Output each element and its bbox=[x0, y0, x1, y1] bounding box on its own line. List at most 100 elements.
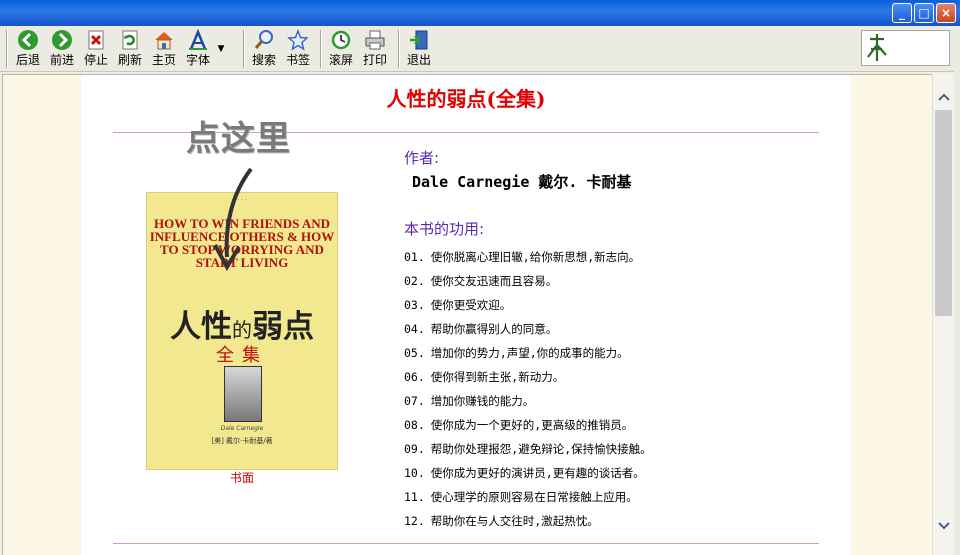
stop-button[interactable]: 停止 bbox=[79, 28, 113, 70]
item-number: 05. bbox=[404, 346, 425, 360]
scrollbar-thumb[interactable] bbox=[935, 110, 952, 316]
font-label: 字体 bbox=[185, 53, 210, 67]
forward-label: 前进 bbox=[49, 53, 74, 67]
item-text: 增加你的势力,声望,你的成事的能力。 bbox=[430, 346, 629, 360]
search-icon bbox=[253, 29, 275, 51]
bookmark-star-icon bbox=[287, 29, 309, 51]
exit-label: 退出 bbox=[406, 53, 431, 67]
list-item: 03. 使你更受欢迎。 bbox=[404, 293, 652, 317]
refresh-label: 刷新 bbox=[117, 53, 142, 67]
chevron-down-icon bbox=[937, 522, 950, 530]
toolbar-group-navigation: 后退 前进 停止 刷新 主页 字体 ▼ bbox=[11, 28, 227, 70]
print-button[interactable]: 打印 bbox=[358, 28, 392, 70]
font-button[interactable]: 字体 bbox=[181, 28, 215, 70]
toolbar: 后退 前进 停止 刷新 主页 字体 ▼ 搜索 书签 滚屏 打印 退出 bbox=[0, 26, 960, 72]
list-item: 04. 帮助你赢得别人的同意。 bbox=[404, 317, 652, 341]
item-number: 11. bbox=[404, 490, 425, 504]
home-icon bbox=[153, 29, 175, 51]
item-text: 使你交友迅速而且容易。 bbox=[430, 274, 558, 288]
item-number: 01. bbox=[404, 250, 425, 264]
toolbar-separator bbox=[320, 30, 322, 68]
cover-author-line: [美] 戴尔·卡耐基/著 bbox=[211, 437, 273, 445]
window-title-bar[interactable]: _ □ × bbox=[0, 0, 960, 26]
toolbar-separator bbox=[398, 30, 400, 68]
item-text: 帮助你处理报怨,避免辩论,保持愉快接触。 bbox=[430, 442, 652, 456]
font-icon bbox=[187, 29, 209, 51]
vertical-scrollbar[interactable] bbox=[932, 74, 954, 555]
chevron-up-icon bbox=[937, 93, 950, 101]
minimize-button[interactable]: _ bbox=[892, 3, 912, 23]
benefits-list: 01. 使你脱离心理旧辙,给你新思想,新志向。 02. 使你交友迅速而且容易。 03… bbox=[404, 245, 652, 533]
printer-icon bbox=[364, 29, 386, 51]
item-number: 02. bbox=[404, 274, 425, 288]
home-button[interactable]: 主页 bbox=[147, 28, 181, 70]
item-text: 帮助你赢得别人的同意。 bbox=[430, 322, 558, 336]
forward-arrow-icon bbox=[51, 29, 73, 51]
cover-signature: Dale Carnegie bbox=[220, 425, 264, 432]
stop-label: 停止 bbox=[83, 53, 108, 67]
item-number: 04. bbox=[404, 322, 425, 336]
item-number: 03. bbox=[404, 298, 425, 312]
cover-chinese-subtitle: 全集 bbox=[216, 345, 268, 366]
close-button[interactable]: × bbox=[936, 3, 956, 23]
author-name: Dale Carnegie 戴尔. 卡耐基 bbox=[412, 173, 632, 191]
list-item: 11. 使心理学的原则容易在日常接触上应用。 bbox=[404, 485, 652, 509]
content-frame: 人性的弱点(全集) · · · HOW TO WIN FRIENDS AND I… bbox=[2, 74, 932, 555]
bookmark-button[interactable]: 书签 bbox=[281, 28, 315, 70]
list-item: 02. 使你交友迅速而且容易。 bbox=[404, 269, 652, 293]
maximize-button[interactable]: □ bbox=[914, 3, 934, 23]
toolbar-grip bbox=[6, 30, 8, 68]
refresh-button[interactable]: 刷新 bbox=[113, 28, 147, 70]
list-item: 07. 增加你赚钱的能力。 bbox=[404, 389, 652, 413]
back-label: 后退 bbox=[15, 53, 40, 67]
author-portrait bbox=[224, 366, 262, 422]
item-text: 使心理学的原则容易在日常接触上应用。 bbox=[430, 490, 638, 504]
back-arrow-icon bbox=[17, 29, 39, 51]
item-text: 增加你赚钱的能力。 bbox=[430, 394, 535, 408]
app-logo bbox=[861, 30, 950, 66]
window-right-border bbox=[954, 26, 960, 555]
autoscroll-button[interactable]: 滚屏 bbox=[324, 28, 358, 70]
click-hint-text: 点这里 bbox=[186, 119, 291, 159]
list-item: 05. 增加你的势力,声望,你的成事的能力。 bbox=[404, 341, 652, 365]
refresh-icon bbox=[119, 29, 141, 51]
item-text: 使你成为更好的演讲员,更有趣的谈话者。 bbox=[430, 466, 645, 480]
item-text: 使你成为一个更好的,更高级的推销员。 bbox=[430, 418, 634, 432]
item-text: 使你更受欢迎。 bbox=[430, 298, 512, 312]
exit-button[interactable]: 退出 bbox=[402, 28, 436, 70]
autoscroll-label: 滚屏 bbox=[328, 53, 353, 67]
scroll-down-button[interactable] bbox=[933, 515, 954, 537]
item-number: 10. bbox=[404, 466, 425, 480]
stop-icon bbox=[85, 29, 107, 51]
bookmark-label: 书签 bbox=[285, 53, 310, 67]
pointing-arrow-icon bbox=[213, 167, 253, 272]
back-button[interactable]: 后退 bbox=[11, 28, 45, 70]
scroll-up-button[interactable] bbox=[933, 86, 954, 108]
item-number: 07. bbox=[404, 394, 425, 408]
font-dropdown-arrow[interactable]: ▼ bbox=[215, 28, 227, 70]
exit-icon bbox=[408, 29, 430, 51]
item-text: 帮助你在与人交往时,激起热忱。 bbox=[430, 514, 599, 528]
list-item: 09. 帮助你处理报怨,避免辩论,保持愉快接触。 bbox=[404, 437, 652, 461]
search-button[interactable]: 搜索 bbox=[247, 28, 281, 70]
list-item: 01. 使你脱离心理旧辙,给你新思想,新志向。 bbox=[404, 245, 652, 269]
benefits-label: 本书的功用: bbox=[404, 220, 485, 238]
cover-title-part: 弱点 bbox=[252, 309, 314, 345]
list-item: 08. 使你成为一个更好的,更高级的推销员。 bbox=[404, 413, 652, 437]
autoscroll-icon bbox=[330, 29, 352, 51]
cover-title-part: 的 bbox=[232, 318, 252, 342]
cover-caption: 书面 bbox=[229, 471, 254, 485]
window-controls: _ □ × bbox=[892, 3, 956, 23]
item-number: 12. bbox=[404, 514, 425, 528]
toolbar-group-output: 滚屏 打印 bbox=[324, 28, 392, 70]
item-text: 使你得到新主张,新动力。 bbox=[430, 370, 565, 384]
logo-glyph-icon bbox=[867, 34, 887, 61]
cover-title-part: 人性 bbox=[170, 309, 232, 345]
forward-button[interactable]: 前进 bbox=[45, 28, 79, 70]
print-label: 打印 bbox=[362, 53, 387, 67]
item-number: 08. bbox=[404, 418, 425, 432]
bottom-divider bbox=[113, 543, 819, 544]
item-number: 09. bbox=[404, 442, 425, 456]
list-item: 06. 使你得到新主张,新动力。 bbox=[404, 365, 652, 389]
toolbar-group-tools: 搜索 书签 bbox=[247, 28, 315, 70]
